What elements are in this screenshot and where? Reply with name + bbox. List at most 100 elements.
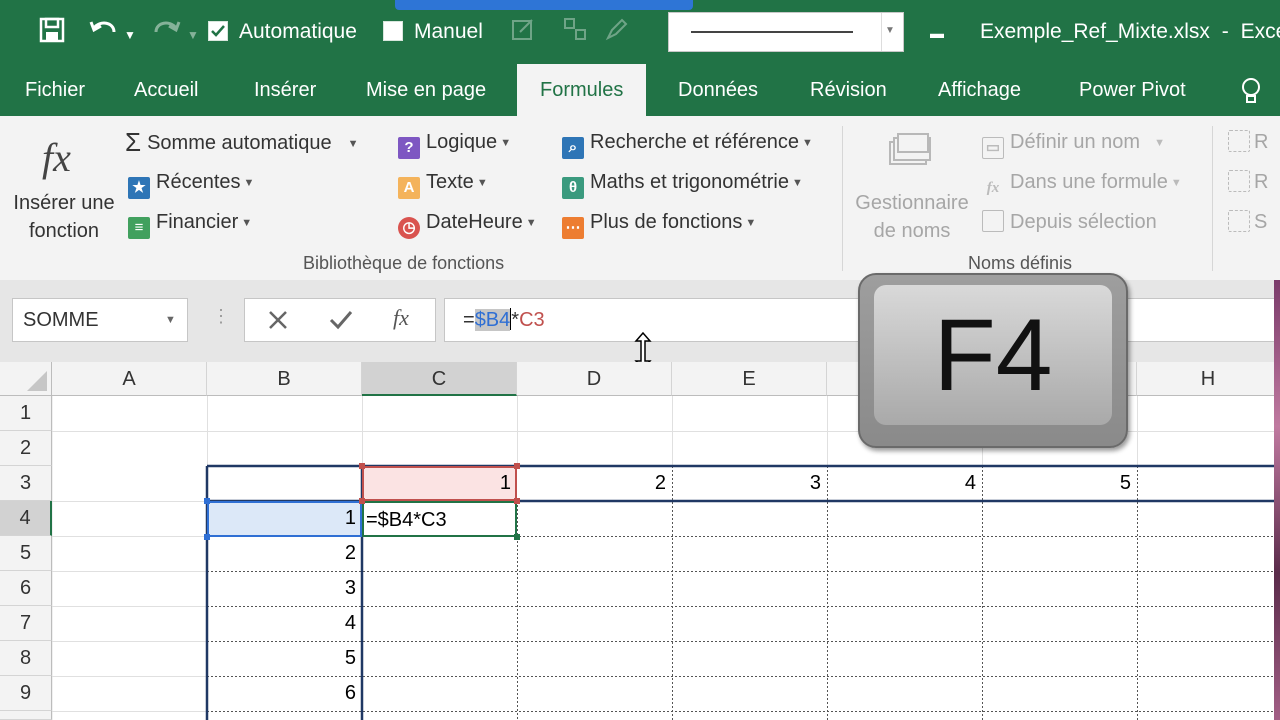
formula-ref-c3: C3 (519, 309, 545, 331)
auto-checkbox[interactable] (208, 21, 228, 41)
financial-button[interactable]: ≡ Financier ▼ (128, 209, 252, 239)
row-header-8[interactable]: 8 (0, 641, 52, 676)
row-header-10[interactable] (0, 711, 52, 720)
insert-function-button[interactable]: Insérer une fonction (12, 189, 116, 245)
lightbulb-icon[interactable] (1240, 77, 1262, 110)
use-in-formula-button: fx Dans une formule ▼ (982, 169, 1182, 199)
row-header-3[interactable]: 3 (0, 466, 52, 501)
chevron-down-icon: ▼ (791, 177, 803, 189)
cell-b7[interactable]: 4 (207, 606, 362, 641)
enter-check-icon[interactable] (327, 306, 355, 339)
select-all-corner[interactable] (0, 362, 52, 396)
datetime-button[interactable]: ◷ DateHeure ▼ (398, 209, 537, 239)
cell-g3[interactable]: 5 (982, 466, 1137, 501)
insert-function-icon[interactable]: fx (393, 305, 409, 331)
window-title: Exemple_Ref_Mixte.xlsx - Excel (980, 20, 1280, 44)
row-header-2[interactable]: 2 (0, 431, 52, 466)
text-button[interactable]: A Texte ▼ (398, 169, 488, 199)
cell-b9[interactable]: 6 (207, 676, 362, 711)
recent-button[interactable]: ★ Récentes ▼ (128, 169, 254, 199)
splitter-icon[interactable]: ⋮ (212, 306, 230, 327)
font-line-dropdown[interactable]: ▼ (668, 12, 904, 52)
cell-c4-edit[interactable]: =$B4*C3 (366, 503, 517, 538)
more-functions-button[interactable]: ⋯ Plus de fonctions ▼ (562, 209, 756, 239)
tab-inserer[interactable]: Insérer (254, 64, 316, 116)
trace-label: R (1254, 131, 1269, 153)
selection-grid-icon (982, 210, 1004, 232)
clock-icon: ◷ (398, 217, 420, 239)
math-button[interactable]: θ Maths et trigonométrie ▼ (562, 169, 803, 199)
tab-affichage[interactable]: Affichage (938, 64, 1021, 116)
autosum-button[interactable]: Σ Somme automatique ▼ (125, 129, 359, 157)
shape-icon (562, 16, 588, 50)
row-header-7[interactable]: 7 (0, 606, 52, 641)
group-divider (1212, 126, 1213, 271)
row-header-5[interactable]: 5 (0, 536, 52, 571)
from-selection-button: Depuis sélection (982, 209, 1157, 235)
trace-icon (1228, 130, 1250, 152)
ribbon-tabs: Fichier Accueil Insérer Mise en page For… (0, 64, 1280, 116)
chevron-down-icon[interactable]: ▼ (165, 299, 176, 341)
chevron-down-icon: ▼ (243, 177, 255, 189)
column-header-c[interactable]: C (362, 362, 517, 396)
logic-button[interactable]: ? Logique ▼ (398, 129, 511, 159)
background-edge (1274, 280, 1280, 720)
title-bar: ▼ ▼ Automatique Manuel ▼ ▬ Exemple_Ref_M… (0, 0, 1280, 64)
undo-dropdown-icon[interactable]: ▼ (124, 20, 136, 50)
column-header-e[interactable]: E (672, 362, 827, 396)
auto-label: Automatique (239, 20, 357, 43)
name-box-value: SOMME (23, 309, 99, 331)
tab-revision[interactable]: Révision (810, 64, 887, 116)
name-manager-button[interactable]: Gestionnaire de noms (852, 189, 972, 245)
ribbon: fx Insérer une fonction Σ Somme automatiq… (0, 116, 1280, 281)
row-header-6[interactable]: 6 (0, 571, 52, 606)
column-header-d[interactable]: D (517, 362, 672, 396)
remove-arrows-icon (1228, 210, 1250, 232)
tab-fichier[interactable]: Fichier (25, 64, 85, 116)
save-icon[interactable] (38, 16, 66, 52)
column-header-a[interactable]: A (52, 362, 207, 396)
f4-key-face: F4 (874, 285, 1112, 425)
column-header-h[interactable]: H (1137, 362, 1280, 396)
fx-icon[interactable]: fx (42, 134, 71, 181)
row-header-9[interactable]: 9 (0, 676, 52, 711)
undo-icon[interactable] (88, 16, 120, 52)
tab-donnees[interactable]: Données (678, 64, 758, 116)
cell-e3[interactable]: 3 (672, 466, 827, 501)
lookup-button[interactable]: ⌕ Recherche et référence ▼ (562, 129, 813, 159)
cell-d3[interactable]: 2 (517, 466, 672, 501)
redo-dropdown-icon: ▼ (187, 28, 199, 42)
manual-checkbox[interactable] (383, 21, 403, 41)
tab-mise-en-page[interactable]: Mise en page (366, 64, 486, 116)
define-name-button: ▭ Définir un nom ▼ (982, 129, 1165, 159)
trace-label: R (1254, 171, 1269, 193)
library-group-label: Bibliothèque de fonctions (303, 253, 505, 273)
cell-f3[interactable]: 4 (827, 466, 982, 501)
cell-b5[interactable]: 2 (207, 536, 362, 571)
tab-formules[interactable]: Formules (517, 64, 647, 116)
title-separator: - (1221, 20, 1229, 43)
customize-arrow-icon[interactable]: ▬ (930, 18, 944, 48)
group-divider (842, 126, 843, 271)
row-header-4[interactable]: 4 (0, 501, 52, 536)
chevron-down-icon: ▼ (525, 217, 537, 229)
remove-label: S (1254, 211, 1268, 233)
magnifier-icon: ⌕ (562, 137, 584, 159)
cell-b8[interactable]: 5 (207, 641, 362, 676)
column-header-b[interactable]: B (207, 362, 362, 396)
cancel-icon[interactable] (265, 306, 291, 339)
chevron-down-icon: ▼ (1154, 137, 1165, 149)
tab-power-pivot[interactable]: Power Pivot (1079, 64, 1186, 116)
tab-accueil[interactable]: Accueil (134, 64, 198, 116)
logic-label: Logique (426, 131, 498, 153)
text-a-icon: A (398, 177, 420, 199)
cell-c3[interactable]: 1 (362, 466, 517, 501)
line-style-preview (691, 31, 853, 33)
name-box[interactable]: SOMME ▼ (12, 298, 188, 342)
cell-b4[interactable]: 1 (207, 501, 362, 536)
row-header-1[interactable]: 1 (0, 396, 52, 431)
fx-small-icon: fx (986, 180, 1000, 196)
cell-b6[interactable]: 3 (207, 571, 362, 606)
math-label: Maths et trigonométrie (590, 171, 789, 193)
tag-icon: ▭ (982, 137, 1004, 159)
